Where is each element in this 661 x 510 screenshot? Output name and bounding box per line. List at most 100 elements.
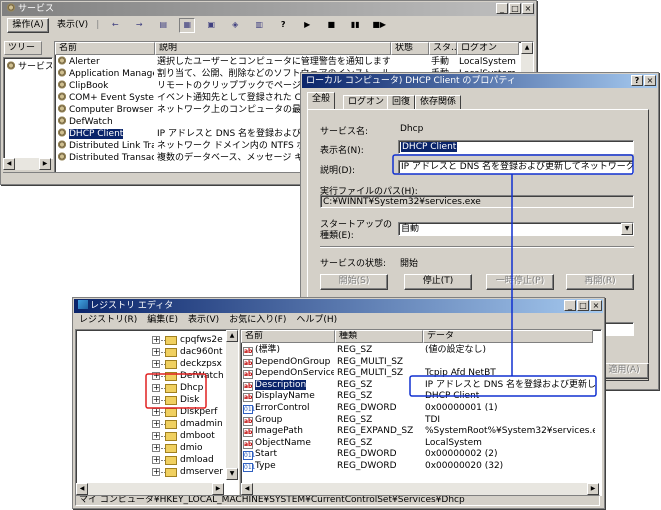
tree-item[interactable]: + dmadmin	[76, 418, 225, 430]
registry-maximize-button[interactable]: □	[577, 300, 589, 311]
tree-item[interactable]: + dac960nt	[76, 346, 225, 358]
services-title-bar[interactable]: サービス	[2, 2, 535, 16]
dialog-title-bar[interactable]: ローカル コンピュータ) DHCP Client のプロパティ	[302, 74, 657, 88]
menu-help[interactable]: ヘルプ(H)	[296, 313, 337, 328]
values-scroll-right-button[interactable]: ▶	[587, 483, 599, 495]
description-field[interactable]: IP アドレスと DNS 名を登録および更新してネットワーク構成を管理	[398, 160, 634, 174]
table-row[interactable]: 011Start REG_DWORD 0x00000002 (2)	[241, 448, 601, 461]
expand-icon[interactable]: +	[152, 444, 160, 452]
tree-item[interactable]: + dmio	[76, 442, 225, 454]
registry-close-button[interactable]: ×	[590, 300, 602, 311]
action-menu[interactable]: 操作(A)	[7, 18, 49, 33]
stop-icon[interactable]: ■	[323, 18, 339, 33]
scroll-up-button[interactable]: ▲	[521, 42, 533, 54]
table-row[interactable]: 011ErrorControl REG_DWORD 0x00000001 (1)	[241, 402, 601, 414]
column-description-header[interactable]: 説明	[155, 42, 391, 55]
dialog-close-button[interactable]: ×	[644, 75, 656, 86]
column-startup-header[interactable]: スタ...	[429, 42, 457, 55]
table-row[interactable]: ab ImagePath REG_EXPAND_SZ %SystemRoot%¥Sys…	[241, 425, 601, 438]
tree-item[interactable]: + dmboot	[76, 430, 225, 442]
expand-icon[interactable]: +	[152, 336, 160, 344]
up-folder-icon[interactable]: ▤	[155, 18, 171, 33]
expand-icon[interactable]: +	[152, 384, 160, 392]
expand-icon[interactable]: +	[152, 360, 160, 368]
refresh-icon[interactable]: ◈	[227, 18, 243, 33]
menu-registry[interactable]: レジストリ(R)	[79, 313, 137, 328]
minimize-button[interactable]: _	[496, 3, 508, 14]
table-row[interactable]: ab Description REG_SZ IP アドレスと DNS 名を登録および更…	[241, 379, 601, 391]
tab-general[interactable]: 全般	[307, 92, 336, 109]
table-row[interactable]: ab (標準) REG_SZ (値の設定なし)	[241, 344, 601, 356]
tree-tab[interactable]: ツリー	[4, 41, 42, 55]
tree-scroll-up-button[interactable]: ▲	[226, 330, 238, 342]
table-row[interactable]: Alerter 選択したユーザーとコンピュータに管理警告を通知します。 手動 Loca…	[55, 56, 519, 68]
menu-view[interactable]: 表示(V)	[188, 313, 219, 328]
reg-column-name-header[interactable]: 名前	[241, 330, 335, 343]
registry-title-bar[interactable]: レジストリ エディタ	[74, 299, 603, 313]
tab-dependencies[interactable]: 依存関係	[415, 95, 462, 109]
pause-button[interactable]: 一時停止(P)	[486, 274, 554, 290]
tree-item[interactable]: + Disk	[76, 394, 225, 406]
tree-item[interactable]: + deckzpsx	[76, 358, 225, 370]
tab-recovery[interactable]: 回復	[387, 95, 416, 109]
pause-icon[interactable]: ▮▮	[347, 18, 363, 33]
registry-tree-hscroll[interactable]: ◀ ▶	[76, 483, 224, 495]
apply-button[interactable]: 適用(A)	[599, 363, 649, 379]
tab-logon[interactable]: ログオン	[343, 95, 390, 109]
export-icon[interactable]: ▥	[251, 18, 267, 33]
expand-icon[interactable]: +	[152, 372, 160, 380]
expand-icon[interactable]: +	[152, 468, 160, 476]
properties-icon[interactable]: ▣	[203, 18, 219, 33]
column-status-header[interactable]: 状態	[391, 42, 429, 55]
tree-item[interactable]: + dmserver	[76, 466, 225, 478]
tree-scroll-left-button[interactable]: ◀	[76, 483, 88, 495]
reg-column-type-header[interactable]: 種類	[335, 330, 423, 343]
startup-type-select[interactable]: 自動 ▼	[398, 222, 634, 236]
column-logon-header[interactable]: ログオン	[457, 42, 519, 55]
tree-item[interactable]: + dmload	[76, 454, 225, 466]
table-row[interactable]: ab DependOnService REG_MULTI_SZ Tcpip Afd N…	[241, 367, 601, 380]
tree-item[interactable]: + DefWatch	[76, 370, 225, 382]
tree-item[interactable]: + cpqfws2e	[76, 334, 225, 346]
play-icon[interactable]: ▶	[299, 18, 315, 33]
expand-icon[interactable]: +	[152, 432, 160, 440]
back-icon[interactable]: ←	[107, 18, 123, 33]
resume-button[interactable]: 再開(R)	[566, 274, 634, 290]
tree-hscroll[interactable]: ◀ ▶	[3, 158, 51, 170]
start-button[interactable]: 開始(S)	[320, 274, 388, 290]
tree-item[interactable]: + Dhcp	[76, 382, 225, 394]
values-scroll-left-button[interactable]: ◀	[241, 483, 253, 495]
scroll-right-button[interactable]: ▶	[39, 158, 51, 170]
menu-edit[interactable]: 編集(E)	[147, 313, 178, 328]
maximize-button[interactable]: □	[509, 3, 521, 14]
registry-tree-vscroll[interactable]: ▲ ▼	[226, 330, 238, 480]
table-row[interactable]: ab ObjectName REG_SZ LocalSystem	[241, 437, 601, 449]
tree-item[interactable]: + Diskperf	[76, 406, 225, 418]
expand-icon[interactable]: +	[152, 420, 160, 428]
chevron-down-icon[interactable]: ▼	[621, 223, 633, 235]
display-name-field[interactable]: DHCP Client	[398, 140, 634, 154]
tree-scroll-down-button[interactable]: ▼	[226, 468, 238, 480]
forward-icon[interactable]: →	[131, 18, 147, 33]
expand-icon[interactable]: +	[152, 396, 160, 404]
help-button[interactable]: ?	[631, 75, 643, 86]
registry-values-hscroll[interactable]: ◀ ▶	[241, 483, 599, 495]
reg-column-data-header[interactable]: データ	[423, 330, 593, 343]
expand-icon[interactable]: +	[152, 456, 160, 464]
stop-button[interactable]: 停止(T)	[404, 274, 472, 290]
expand-icon[interactable]: +	[152, 408, 160, 416]
table-row[interactable]: ab DisplayName REG_SZ DHCP Client	[241, 390, 601, 403]
table-row[interactable]: 011Type REG_DWORD 0x00000020 (32)	[241, 460, 601, 472]
registry-minimize-button[interactable]: _	[564, 300, 576, 311]
scroll-left-button[interactable]: ◀	[3, 158, 15, 170]
tree-root-services[interactable]: サービス	[4, 61, 52, 73]
restart-icon[interactable]: ■▶	[371, 18, 387, 33]
details-view-icon[interactable]: ▦	[179, 18, 196, 33]
table-row[interactable]: ab DependOnGroup REG_MULTI_SZ	[241, 356, 601, 368]
tree-scroll-right-button[interactable]: ▶	[212, 483, 224, 495]
expand-icon[interactable]: +	[152, 348, 160, 356]
column-name-header[interactable]: 名前	[55, 42, 155, 55]
view-menu[interactable]: 表示(V)	[57, 18, 88, 33]
table-row[interactable]: ab Group REG_SZ TDI	[241, 414, 601, 426]
close-button[interactable]: ×	[522, 3, 534, 14]
